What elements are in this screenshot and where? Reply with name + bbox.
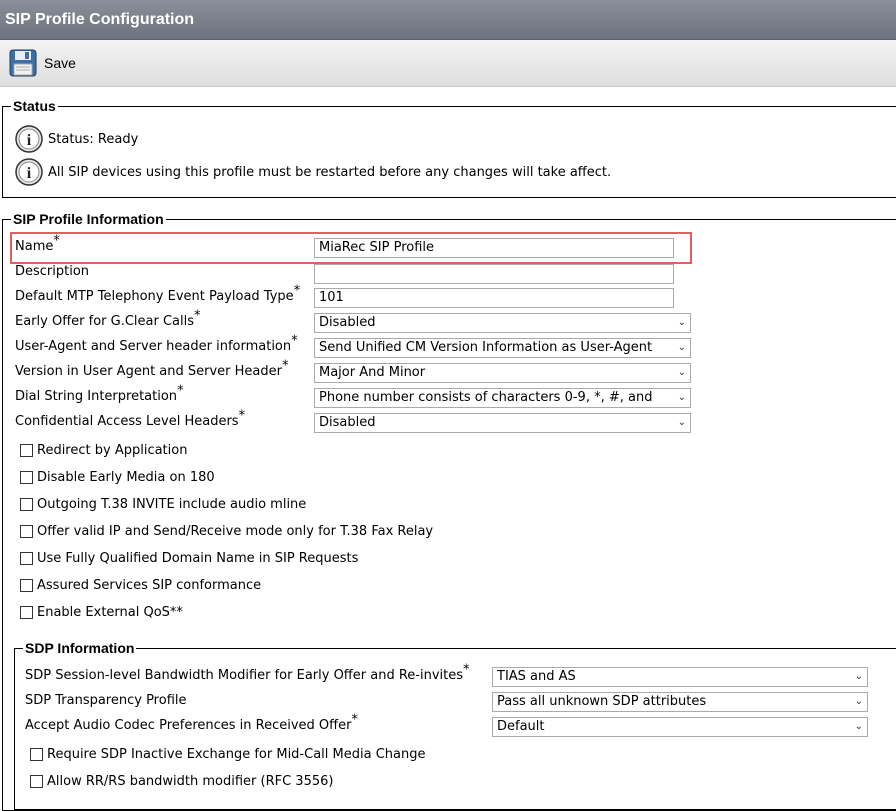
status-restart-text: All SIP devices using this profile must … (48, 164, 612, 180)
status-ready-row: i Status: Ready (14, 124, 138, 154)
description-input[interactable] (314, 264, 674, 284)
name-label: Name* (15, 233, 60, 254)
version-label: Version in User Agent and Server Header* (15, 358, 289, 379)
version-select[interactable]: Major And Minor ⌄ (314, 363, 691, 383)
dial-string-select[interactable]: Phone number consists of characters 0-9,… (314, 388, 691, 408)
save-button[interactable]: Save (8, 48, 76, 78)
mtp-payload-label: Default MTP Telephony Event Payload Type… (15, 283, 301, 304)
checkbox-box[interactable] (20, 444, 33, 457)
checkbox-redirect-by-application[interactable]: Redirect by Application (20, 443, 187, 458)
svg-text:i: i (27, 132, 32, 149)
chevron-down-icon: ⌄ (677, 317, 686, 328)
confidential-select[interactable]: Disabled ⌄ (314, 413, 691, 433)
toolbar: Save (0, 40, 896, 87)
chevron-down-icon: ⌄ (854, 671, 863, 682)
checkbox-offer-valid-ip[interactable]: Offer valid IP and Send/Receive mode onl… (20, 524, 433, 539)
chevron-down-icon: ⌄ (677, 392, 686, 403)
sdp-transparency-label: SDP Transparency Profile (25, 693, 187, 708)
chevron-down-icon: ⌄ (854, 696, 863, 707)
description-label: Description (15, 264, 90, 279)
checkbox-box[interactable] (20, 606, 33, 619)
sdp-bandwidth-label: SDP Session-level Bandwidth Modifier for… (25, 662, 470, 683)
early-offer-select[interactable]: Disabled ⌄ (314, 313, 691, 333)
checkbox-box[interactable] (30, 748, 43, 761)
status-restart-row: i All SIP devices using this profile mus… (14, 157, 611, 187)
checkbox-sdp-inactive[interactable]: Require SDP Inactive Exchange for Mid-Ca… (30, 747, 425, 762)
status-legend: Status (13, 98, 56, 114)
save-button-label: Save (44, 55, 76, 71)
chevron-down-icon: ⌄ (854, 721, 863, 732)
user-agent-select[interactable]: Send Unified CM Version Information as U… (314, 338, 691, 358)
chevron-down-icon: ⌄ (677, 367, 686, 378)
info-icon: i (15, 158, 43, 186)
mtp-payload-input[interactable]: 101 (314, 288, 674, 308)
sdp-info-legend: SDP Information (25, 640, 135, 656)
checkbox-box[interactable] (20, 579, 33, 592)
checkbox-box[interactable] (30, 775, 43, 788)
checkbox-assured-services[interactable]: Assured Services SIP conformance (20, 578, 261, 593)
checkbox-rr-rs-bandwidth[interactable]: Allow RR/RS bandwidth modifier (RFC 3556… (30, 774, 333, 789)
checkbox-disable-early-media[interactable]: Disable Early Media on 180 (20, 470, 215, 485)
checkbox-fqdn[interactable]: Use Fully Qualified Domain Name in SIP R… (20, 551, 358, 566)
page-title: SIP Profile Configuration (0, 0, 896, 40)
codec-pref-label: Accept Audio Codec Preferences in Receiv… (25, 712, 358, 733)
chevron-down-icon: ⌄ (677, 417, 686, 428)
codec-pref-select[interactable]: Default ⌄ (492, 717, 868, 737)
sip-profile-info-legend: SIP Profile Information (13, 211, 164, 227)
checkbox-box[interactable] (20, 552, 33, 565)
sdp-transparency-select[interactable]: Pass all unknown SDP attributes ⌄ (492, 692, 868, 712)
confidential-label: Confidential Access Level Headers* (15, 408, 246, 429)
info-icon: i (15, 125, 43, 153)
checkbox-box[interactable] (20, 525, 33, 538)
status-ready-text: Status: Ready (48, 131, 139, 147)
sdp-bandwidth-select[interactable]: TIAS and AS ⌄ (492, 667, 868, 687)
checkbox-box[interactable] (20, 498, 33, 511)
checkbox-box[interactable] (20, 471, 33, 484)
early-offer-label: Early Offer for G.Clear Calls* (15, 308, 201, 329)
user-agent-label: User-Agent and Server header information… (15, 333, 298, 354)
floppy-disk-icon (9, 49, 37, 77)
svg-text:i: i (27, 165, 32, 182)
checkbox-outgoing-t38[interactable]: Outgoing T.38 INVITE include audio mline (20, 497, 306, 512)
checkbox-external-qos[interactable]: Enable External QoS ** (20, 605, 183, 620)
name-input[interactable]: MiaRec SIP Profile (314, 238, 674, 258)
chevron-down-icon: ⌄ (677, 342, 686, 353)
dial-string-label: Dial String Interpretation* (15, 383, 184, 404)
